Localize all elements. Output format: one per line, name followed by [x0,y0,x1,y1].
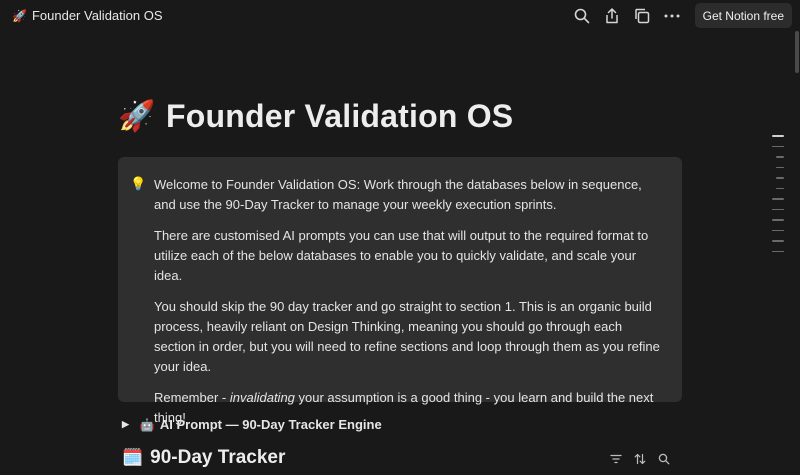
callout-paragraph: There are customised AI prompts you can … [154,228,649,283]
callout-paragraph: You should skip the 90 day tracker and g… [154,299,660,374]
toc-line[interactable] [772,219,784,221]
ai-prompt-toggle[interactable]: ▶ 🤖 AI Prompt — 90-Day Tracker Engine [122,417,382,432]
toggle-triangle-icon[interactable]: ▶ [122,419,129,430]
filter-icon[interactable] [604,450,628,468]
toc-line[interactable] [772,250,784,252]
more-icon[interactable] [657,3,687,28]
get-notion-free-button[interactable]: Get Notion free [694,3,792,28]
search-icon[interactable] [567,3,597,28]
table-of-contents[interactable] [772,135,784,261]
search-icon[interactable] [652,450,676,468]
toc-line[interactable] [776,166,784,168]
calendar-icon: 🗓️ [122,448,144,467]
database-toolbar [604,450,676,468]
breadcrumb[interactable]: 🚀 Founder Validation OS [12,8,163,23]
toc-line[interactable] [772,208,784,210]
page-title[interactable]: Founder Validation OS [166,98,513,135]
callout-block: 💡 Welcome to Founder Validation OS: Work… [118,157,682,425]
lightbulb-icon: 💡 [130,176,147,191]
toggle-label: AI Prompt — 90-Day Tracker Engine [159,417,382,432]
callout-paragraph: Welcome to Founder Validation OS: Work t… [154,177,642,212]
callout-emphasis: invalidating [229,390,295,405]
toc-line[interactable] [772,198,784,200]
robot-icon: 🤖 [139,417,155,432]
toc-line[interactable] [772,135,784,137]
rocket-icon: 🚀 [12,8,27,23]
share-icon[interactable] [597,3,627,28]
toc-line[interactable] [776,156,784,158]
toc-line[interactable] [776,187,784,189]
toc-line[interactable] [772,240,784,242]
callout-text: Remember - [154,390,230,405]
toc-line[interactable] [776,177,784,179]
breadcrumb-title[interactable]: Founder Validation OS [32,8,163,23]
topbar-actions: Get Notion free [567,3,792,28]
sort-icon[interactable] [628,450,652,468]
database-title[interactable]: 90-Day Tracker [150,447,285,469]
scrollbar[interactable] [794,31,800,475]
database-header: 🗓️ 90-Day Tracker [122,447,285,469]
toc-line[interactable] [772,229,784,231]
top-bar: 🚀 Founder Validation OS Get Notion free [0,0,800,31]
rocket-icon[interactable]: 🚀 [118,99,158,134]
page-header: 🚀 Founder Validation OS [118,98,513,135]
scrollbar-thumb[interactable] [795,31,799,73]
duplicate-icon[interactable] [627,3,657,28]
toc-line[interactable] [772,145,784,147]
